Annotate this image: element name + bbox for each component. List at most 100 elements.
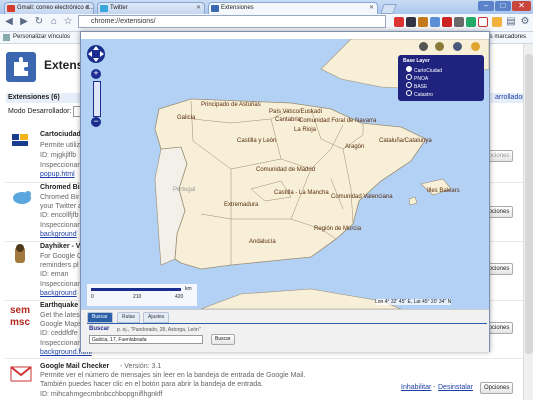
extension-toolbar-icon[interactable] — [418, 17, 428, 27]
scale-bar-line — [91, 288, 181, 291]
extension-toolbar-icon[interactable] — [406, 17, 416, 27]
pan-control[interactable] — [85, 43, 107, 65]
tab-buscar[interactable]: Buscar — [87, 312, 113, 323]
bookmark-star-icon[interactable]: ☆ — [62, 16, 74, 28]
radio-icon — [406, 66, 412, 72]
zoom-in-button[interactable]: + — [91, 69, 101, 79]
disable-link[interactable]: Inhabilitar — [401, 384, 431, 391]
layer-option[interactable]: Catastro — [406, 90, 433, 98]
zoom-out-button[interactable]: − — [91, 117, 101, 127]
extension-description: Permite ver el número de mensajes sin le… — [40, 372, 306, 379]
inspect-view-link[interactable]: background — [40, 231, 77, 238]
back-button[interactable]: ◀ — [3, 16, 15, 28]
tab-label: Gmail: correo electrónico d... — [17, 5, 94, 11]
region-label: Cataluña/Catalunya — [379, 138, 432, 144]
extension-toolbar-icon[interactable] — [394, 17, 404, 27]
wrench-icon[interactable]: ⚙ — [519, 16, 531, 28]
region-label: Extremadura — [224, 202, 259, 208]
extension-toolbar-icon[interactable] — [492, 17, 502, 27]
tab-gmail[interactable]: Gmail: correo electrónico d... ✕ — [4, 2, 94, 14]
close-icon[interactable]: ✕ — [196, 3, 201, 14]
new-tab-button[interactable] — [380, 4, 397, 14]
region-label: Principado de Asturias — [201, 102, 261, 108]
forward-button[interactable]: ▶ — [18, 16, 30, 28]
extension-toolbar-icon[interactable] — [442, 17, 452, 27]
maximize-button[interactable]: □ — [495, 1, 511, 11]
search-panel: Buscar Rutas Ajustes Buscar p. ej., "Pan… — [81, 309, 489, 352]
layer-switcher: Base Layer CartoCiudad PNOA BASE Catastr… — [398, 55, 484, 101]
extension-id: ID: encollfjfb — [40, 212, 79, 219]
mouse-coordinates: Lon 4° 32' 45" E, Lat 45° 20' 34" N — [375, 299, 452, 305]
extension-description: También puedes hacer clic en el botón pa… — [40, 381, 263, 388]
developer-mode-toggle[interactable]: arrollador — [495, 94, 525, 101]
layer-option[interactable]: CartoCiudad — [406, 66, 442, 74]
tab-rutas[interactable]: Rutas — [117, 312, 141, 323]
scale-bar: km 0 210 420 — [87, 284, 197, 306]
options-button[interactable]: Opciones — [480, 382, 514, 394]
inspect-views-label: Inspeccionar — [40, 162, 80, 169]
layer-switcher-toggle-icon[interactable] — [471, 42, 480, 51]
bookmark-link[interactable]: Personalizar vínculos — [13, 32, 70, 43]
gmail-icon — [7, 5, 15, 12]
region-label: Castilla - La Mancha — [274, 190, 329, 196]
search-button[interactable]: Buscar — [211, 334, 235, 345]
twitter-icon — [100, 5, 108, 12]
extension-id: ID: mihcahmgecmbnbcchbopgniflhgnkff — [40, 391, 163, 398]
uninstall-link[interactable]: Desinstalar — [438, 384, 473, 391]
extension-description: Chromed Bir — [40, 194, 80, 201]
tab-twitter[interactable]: Twitter ✕ — [97, 2, 205, 14]
layers-icon[interactable] — [435, 42, 444, 51]
globe-icon[interactable] — [453, 42, 462, 51]
reload-button[interactable]: ↻ — [33, 16, 45, 28]
puzzle-logo-icon — [6, 52, 36, 82]
region-label: Galicia — [177, 115, 196, 121]
inspect-view-link[interactable]: popup.html — [40, 171, 75, 178]
radio-icon — [406, 82, 412, 88]
gmail-checker-toolbar-icon[interactable] — [478, 17, 488, 27]
info-icon[interactable] — [419, 42, 428, 51]
home-button[interactable]: ⌂ — [48, 16, 60, 28]
region-label: Región de Murcia — [314, 226, 362, 232]
map-view[interactable]: Principado de Asturias País Vasco/Euskad… — [81, 39, 489, 309]
layer-option[interactable]: BASE — [406, 82, 427, 90]
layer-option[interactable]: PNOA — [406, 74, 428, 82]
region-label: La Rioja — [294, 127, 317, 133]
page-menu-icon[interactable]: ▤ — [505, 16, 517, 28]
close-icon[interactable]: ✕ — [369, 3, 374, 14]
balearic-islands — [408, 196, 418, 206]
hiker-icon — [10, 243, 30, 267]
zoom-slider[interactable] — [93, 81, 101, 117]
extension-toolbar-icon[interactable] — [454, 17, 464, 27]
region-label: País Vasco/Euskadi — [269, 109, 322, 115]
extension-name: Dayhiker - V — [40, 243, 81, 250]
extensions-count-heading: Extensiones (6) — [8, 94, 60, 101]
tab-extensiones[interactable]: Extensiones ✕ — [208, 2, 378, 14]
extension-toolbar-icon[interactable] — [430, 17, 440, 27]
tab-ajustes[interactable]: Ajustes — [143, 312, 170, 323]
extension-description: your Twitter a — [40, 203, 82, 210]
close-window-button[interactable]: ✕ — [512, 1, 531, 11]
spain-land — [154, 98, 427, 270]
scale-tick: 420 — [175, 294, 184, 300]
toolbar: ◀ ▶ ↻ ⌂ ☆ chrome://extensions/ ▤ ⚙ — [0, 14, 533, 32]
svg-text:msc: msc — [10, 317, 30, 328]
close-icon[interactable]: ✕ — [85, 3, 90, 14]
bird-icon — [10, 187, 34, 207]
page-scrollbar[interactable] — [523, 44, 533, 400]
region-label: Comunidad de Madrid — [256, 167, 316, 173]
extension-toolbar-icon[interactable] — [466, 17, 476, 27]
minimize-button[interactable]: – — [478, 1, 494, 11]
inspect-view-link[interactable]: background — [40, 290, 77, 297]
radio-icon — [406, 90, 412, 96]
layer-option-label: Catastro — [414, 92, 433, 98]
extension-description: Permite utiliz — [40, 142, 81, 149]
scale-unit: km — [185, 286, 192, 292]
inspect-views-label: Inspeccionar — [40, 222, 80, 229]
africa-land — [200, 288, 402, 309]
scrollbar-thumb[interactable] — [525, 54, 533, 354]
address-bar[interactable]: chrome://extensions/ — [78, 15, 386, 28]
tab-label: Extensiones — [221, 5, 254, 11]
search-input[interactable]: Galicia, 17, Fuenlabrada — [89, 335, 203, 344]
region-label: Cantabria — [275, 117, 302, 123]
address-url: chrome://extensions/ — [91, 18, 156, 25]
